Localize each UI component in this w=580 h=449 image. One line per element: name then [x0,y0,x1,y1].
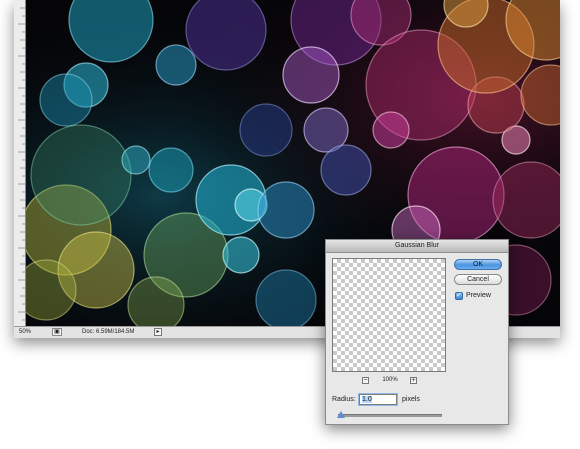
radius-unit-label: pixels [402,396,420,403]
filter-preview-area[interactable] [332,258,446,372]
preview-checkbox[interactable]: ✓ [455,292,463,300]
document-size-info: Doc: 6.59M/184.5M [82,329,135,335]
radius-label: Radius: [332,396,356,403]
status-menu-arrow-icon[interactable]: ▸ [154,328,162,336]
radius-slider-track[interactable] [338,414,442,417]
ok-button[interactable]: OK [454,259,502,270]
cancel-button[interactable]: Cancel [454,274,502,285]
preview-zoom-level: 100% [382,377,398,383]
gaussian-blur-dialog: Gaussian Blur − 100% + OK Cancel ✓ Previ… [325,239,509,425]
radius-input[interactable]: 1.0 [359,394,397,405]
ruler-ticks [18,7,25,321]
radius-value: 1.0 [362,396,372,403]
vertical-ruler[interactable] [14,0,26,326]
preview-label[interactable]: Preview [466,291,491,301]
layers-icon[interactable]: ▣ [52,328,62,336]
checkmark-icon: ✓ [456,292,462,299]
zoom-in-button[interactable]: + [410,377,417,384]
zoom-out-button[interactable]: − [362,377,369,384]
radius-slider-thumb[interactable] [337,411,345,418]
zoom-level-field[interactable]: 50% [16,328,48,336]
dialog-title[interactable]: Gaussian Blur [326,240,508,253]
